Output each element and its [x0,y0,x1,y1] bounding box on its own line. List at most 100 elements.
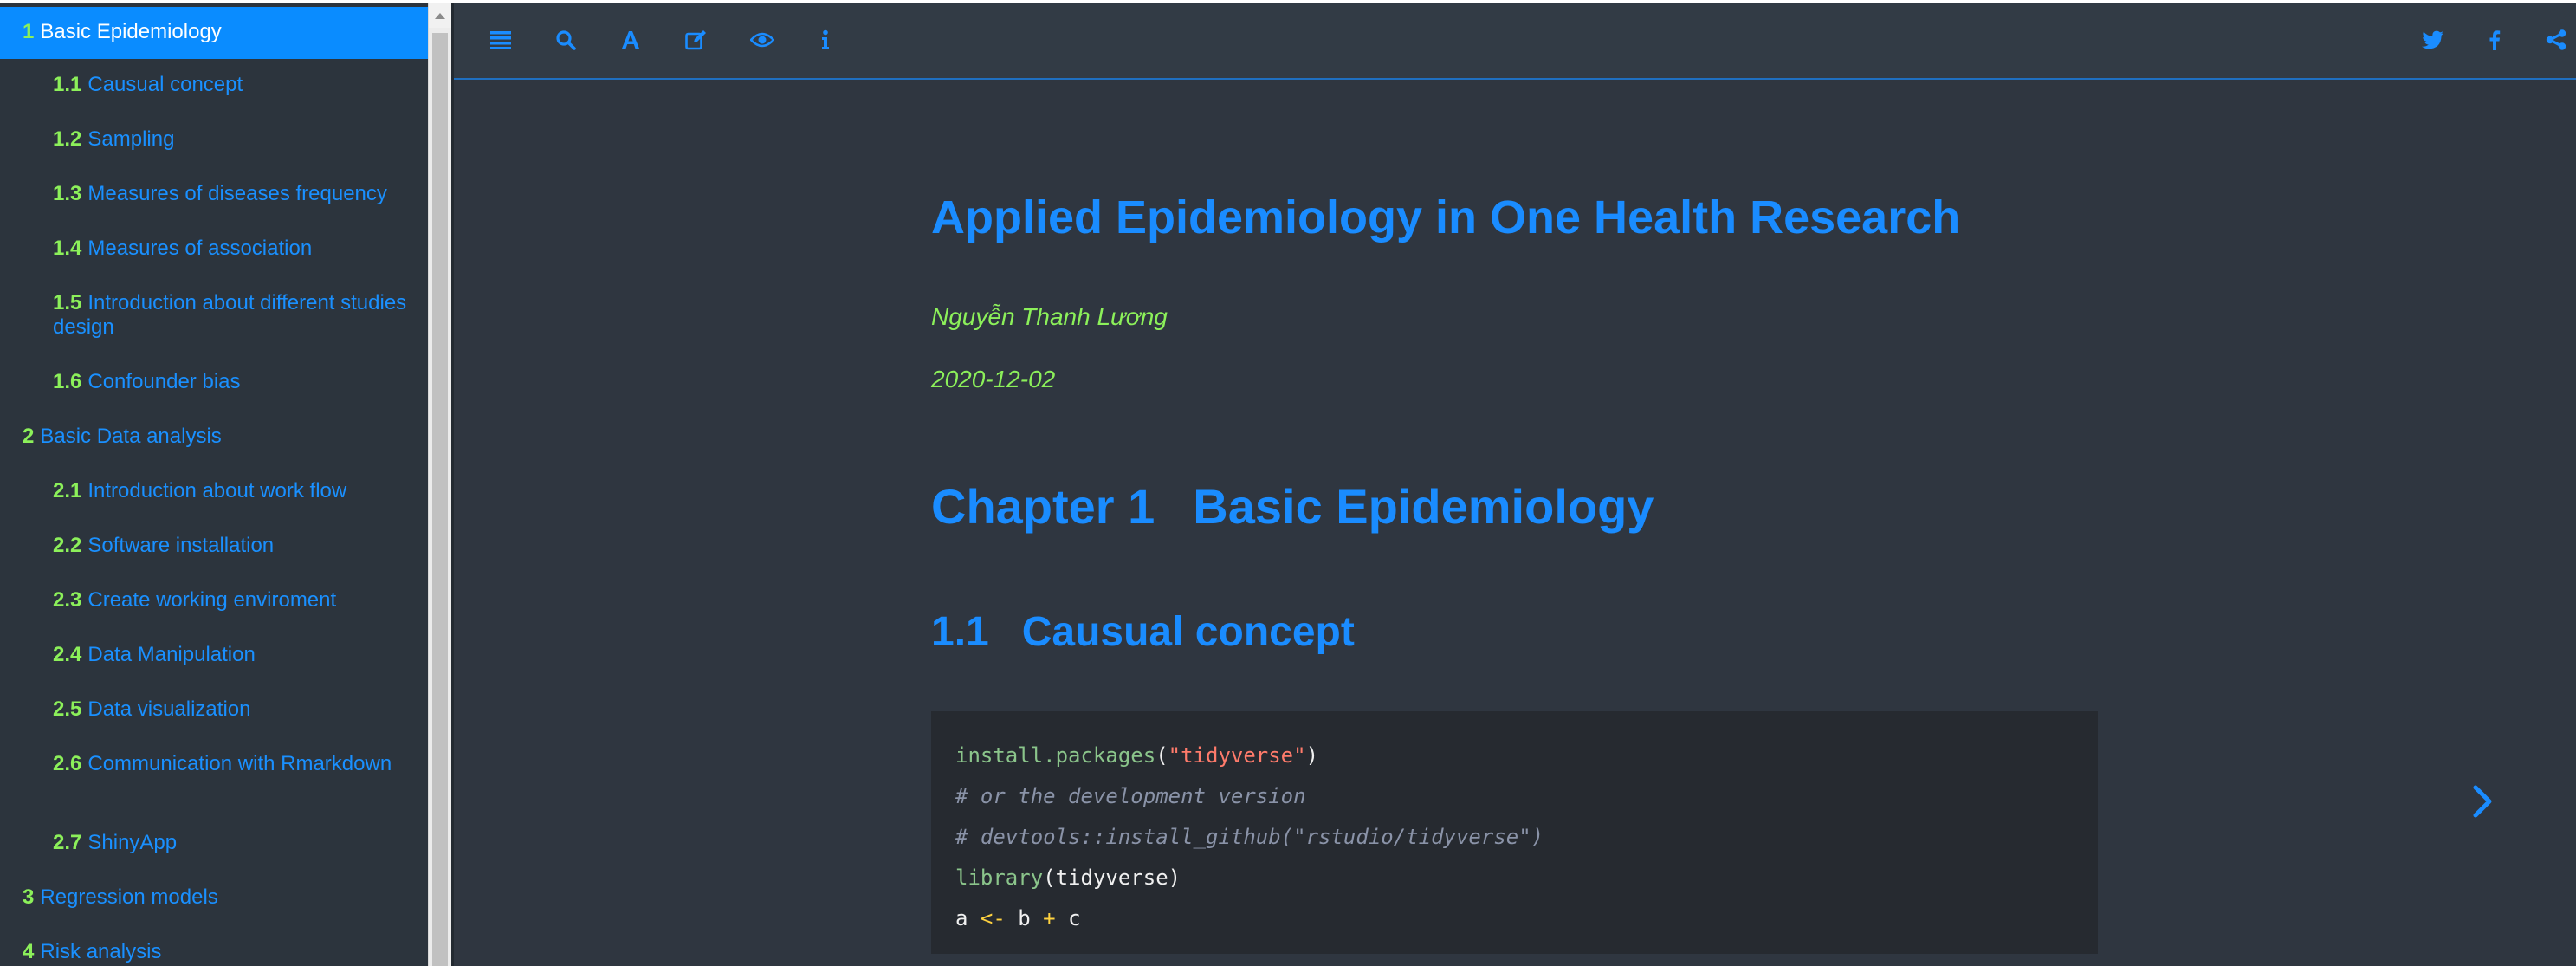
toc-item-2-1[interactable]: 2.1 Introduction about work flow [0,479,428,503]
code-punct: ( [1155,743,1168,768]
section-number: 1.1 [931,609,989,655]
section-heading: 1.1 Causual concept [931,608,1355,656]
toc-item-number: 2.6 [53,752,82,775]
code-variable: b [1005,906,1044,930]
toc-item-number: 2 [23,425,35,448]
toc-item-label: Introduction about work flow [87,479,347,502]
toc-item-label: Measures of diseases frequency [87,182,387,205]
eye-icon [750,32,774,48]
toc-item-number: 2.7 [53,831,82,854]
code-line-3: # devtools::install_github("rstudio/tidy… [955,825,1544,849]
toc-item-number: 3 [23,885,35,909]
book-toolbar [454,3,2576,80]
toc-item-number: 2.3 [53,588,82,612]
toc-item-2-2[interactable]: 2.2 Software installation [0,534,428,558]
toc-item-label: Basic Epidemiology [40,20,222,43]
toc-item-1[interactable]: 1 Basic Epidemiology [0,7,428,59]
toc-item-number: 4 [23,940,35,963]
toc-item-label: Sampling [87,127,175,151]
code-line-4: library(tidyverse) [955,858,2074,898]
toc-item-2-6[interactable]: 2.6 Communication with Rmarkdown [0,752,428,776]
toc-item-label: ShinyApp [87,831,178,854]
search-icon [556,30,576,50]
toc-icon [490,31,511,49]
toc-item-label: Measures of association [87,237,313,260]
toc-item-number: 1.3 [53,182,82,205]
view-source-button[interactable] [748,26,776,54]
toc-item-2-4[interactable]: 2.4 Data Manipulation [0,643,428,667]
toc-item-number: 1.5 [53,291,82,314]
book-title: Applied Epidemiology in One Health Resea… [931,191,1961,243]
toc-item-label: Data Manipulation [87,643,256,666]
toc-item-label: Data visualization [87,697,251,721]
toc-item-label: Confounder bias [87,370,241,393]
toc-item-label: Regression models [40,885,218,909]
twitter-share-button[interactable] [2419,26,2447,54]
toc-item-2-3[interactable]: 2.3 Create working enviroment [0,588,428,613]
font-settings-button[interactable] [617,26,644,54]
toc-item-number: 1.2 [53,127,82,151]
info-button[interactable] [812,26,839,54]
chevron-right-icon [2473,785,2492,818]
toc-item-2-7[interactable]: 2.7 ShinyApp [0,831,428,855]
arrow-up-icon [435,12,445,19]
code-line-5: a <- b + c [955,898,2074,939]
twitter-icon [2422,30,2443,49]
toc-item-1-5[interactable]: 1.5 Introduction about different studies … [0,291,428,340]
code-line-1: install.packages("tidyverse") [955,736,2074,776]
facebook-share-button[interactable] [2481,26,2508,54]
code-line-2: # or the development version [955,784,1306,808]
toc-item-1-2[interactable]: 1.2 Sampling [0,127,428,152]
book-content: Applied Epidemiology in One Health Resea… [454,80,2576,966]
toc-item-label: Risk analysis [40,940,162,963]
toc-item-4[interactable]: 4 Risk analysis [0,940,428,964]
toc-item-number: 1 [23,20,35,43]
chapter-number: Chapter 1 [931,479,1155,534]
toc-item-number: 2.5 [53,697,82,721]
section-title: Causual concept [1021,609,1355,655]
code-operator: <- [980,906,1006,930]
edit-icon [685,30,706,50]
next-page-button[interactable] [2467,775,2502,827]
toc-item-number: 2.1 [53,479,82,502]
toc-item-2[interactable]: 2 Basic Data analysis [0,425,428,449]
code-block[interactable]: install.packages("tidyverse") # or the de… [931,711,2098,954]
toc-toggle-button[interactable] [487,26,515,54]
font-icon [622,31,639,49]
share-icon [2546,29,2566,50]
edit-button[interactable] [683,26,710,54]
toc-item-number: 1.1 [53,73,82,96]
app-window: 1 Basic Epidemiology 1.1 Causual concept 1… [0,0,2576,966]
toc-item-label: Causual concept [87,73,243,96]
toc-item-label: Software installation [87,534,275,557]
toc-item-1-1[interactable]: 1.1 Causual concept [0,73,428,97]
toc-item-label: Create working enviroment [87,588,337,612]
code-variable: c [1055,906,1081,930]
scroll-thumb[interactable] [432,33,448,966]
book-author: Nguyễn Thanh Lương [931,303,1168,330]
toc-item-2-5[interactable]: 2.5 Data visualization [0,697,428,722]
toc-item-1-3[interactable]: 1.3 Measures of diseases frequency [0,182,428,206]
code-punct: ) [1305,743,1319,768]
toc-item-1-4[interactable]: 1.4 Measures of association [0,237,428,261]
chapter-title: Basic Epidemiology [1193,479,1654,534]
info-icon [822,29,829,49]
toc-item-number: 2.4 [53,643,82,666]
code-operator: + [1043,906,1056,930]
code-string: "tidyverse" [1168,743,1306,768]
toc-item-label: Basic Data analysis [40,425,222,448]
sidebar-scrollbar[interactable] [428,3,451,966]
code-args: (tidyverse) [1043,866,1181,890]
code-function: library [955,866,1044,890]
search-button[interactable] [552,26,579,54]
toc-item-number: 1.6 [53,370,82,393]
toc-item-1-6[interactable]: 1.6 Confounder bias [0,370,428,394]
scroll-up-button[interactable] [429,3,451,28]
toc-sidebar: 1 Basic Epidemiology 1.1 Causual concept 1… [0,3,428,966]
toc-item-3[interactable]: 3 Regression models [0,885,428,910]
toc-item-number: 2.2 [53,534,82,557]
toc-item-label: Introduction about different studies des… [53,291,407,339]
code-variable: a [955,906,981,930]
toc-item-number: 1.4 [53,237,82,260]
share-button[interactable] [2542,26,2570,54]
